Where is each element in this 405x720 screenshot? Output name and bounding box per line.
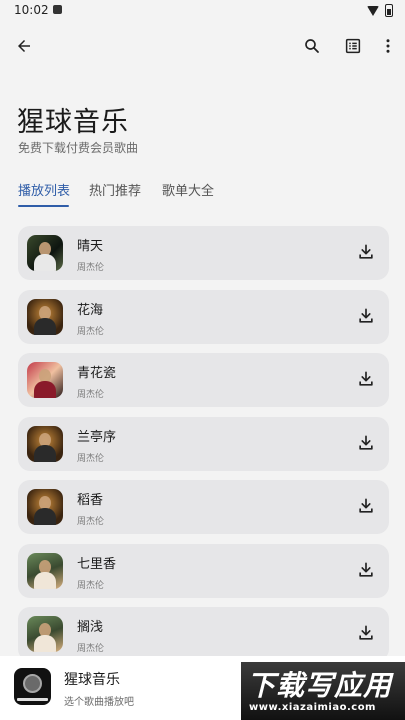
status-bar: 10:02 [0,0,405,22]
back-arrow-icon [18,40,30,52]
song-list: 晴天 周杰伦 花海 周杰伦 青花瓷 周杰伦 兰亭序 周杰伦 稻香 周杰伦 七里香… [18,226,389,671]
album-cover [27,298,63,335]
tab-playlist[interactable]: 播放列表 [18,180,70,199]
app-bar [0,26,405,66]
song-title: 稻香 [77,493,104,508]
list-view-button[interactable] [341,34,365,58]
album-cover [27,235,63,271]
song-artist: 周杰伦 [77,326,105,337]
song-artist: 周杰伦 [77,517,105,527]
battery-icon [385,4,393,17]
song-item[interactable]: 兰亭序 周杰伦 [18,416,389,471]
album-cover [27,362,63,398]
notification-icon [53,5,62,14]
site-watermark: 下载写应用 www.xiazaimiao.com [241,662,405,720]
player-artwork [14,668,51,705]
list-view-icon [345,38,361,54]
album-cover [27,552,63,589]
song-item[interactable]: 搁浅 周杰伦 [18,607,389,661]
song-item[interactable]: 七里香 周杰伦 [18,543,389,598]
status-indicators [367,4,393,17]
download-icon[interactable] [356,242,376,262]
song-artist: 周杰伦 [77,580,105,591]
back-button[interactable] [12,34,36,58]
page-title: 猩球音乐 [17,107,129,138]
song-title: 七里香 [77,556,117,572]
song-artist: 周杰伦 [77,263,105,273]
song-artist: 周杰伦 [77,644,105,654]
download-icon[interactable] [356,496,376,516]
song-title: 兰亭序 [77,429,117,445]
song-title: 搁浅 [77,620,104,635]
download-icon[interactable] [356,369,376,389]
tab-bar: 播放列表 热门推荐 歌单大全 [0,178,405,210]
tab-indicator [18,205,69,207]
search-icon [305,39,319,53]
player-subtitle: 选个歌曲播放吧 [64,697,134,708]
song-title: 青花瓷 [77,366,117,381]
more-vert-icon [386,39,390,53]
download-icon[interactable] [356,306,376,326]
search-button[interactable] [300,34,324,58]
song-title: 花海 [77,302,104,318]
wifi-icon [367,5,379,16]
song-item[interactable]: 晴天 周杰伦 [18,226,389,280]
watermark-url: www.xiazaimiao.com [249,702,376,713]
watermark-text: 下载写应用 [247,669,393,702]
more-options-button[interactable] [376,34,400,58]
download-icon[interactable] [356,560,376,580]
album-cover [27,425,63,462]
download-icon[interactable] [356,623,376,643]
status-time: 10:02 [14,3,49,17]
song-artist: 周杰伦 [77,453,105,464]
song-artist: 周杰伦 [77,390,105,400]
song-title: 晴天 [77,239,104,254]
tab-hot-recommend[interactable]: 热门推荐 [89,180,141,199]
song-item[interactable]: 花海 周杰伦 [18,289,389,344]
album-cover [27,616,63,652]
page-subtitle: 免费下载付费会员歌曲 [18,141,139,155]
download-icon[interactable] [356,433,376,453]
song-item[interactable]: 稻香 周杰伦 [18,480,389,534]
tab-playlists-collection[interactable]: 歌单大全 [162,180,214,199]
player-title: 猩球音乐 [64,672,120,688]
song-item[interactable]: 青花瓷 周杰伦 [18,353,389,407]
album-cover [27,489,63,525]
